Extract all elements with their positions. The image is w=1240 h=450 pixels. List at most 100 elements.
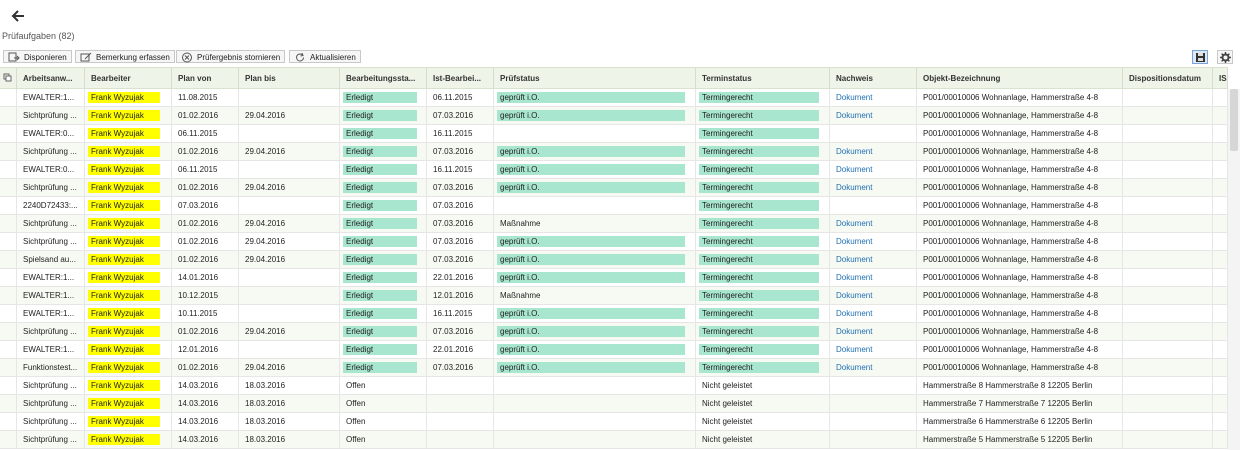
dokument-link[interactable]: Dokument [836, 111, 872, 120]
row-selector[interactable] [0, 215, 17, 232]
column-header-dispositionsdatum[interactable]: Dispositionsdatum [1123, 68, 1213, 89]
dokument-link[interactable]: Dokument [836, 327, 872, 336]
row-selector[interactable] [0, 305, 17, 322]
cell-nachweis[interactable]: Dokument [830, 143, 917, 160]
table-row[interactable]: Sichtprüfung ... Frank Wyzujak 01.02.2016 2… [0, 323, 1228, 341]
dokument-link[interactable]: Dokument [836, 255, 872, 264]
cell-ist-bearbeitung: 07.03.2016 [427, 359, 494, 376]
cell-nachweis[interactable]: Dokument [830, 323, 917, 340]
column-header-plan-von[interactable]: Plan von [172, 68, 239, 89]
dokument-link[interactable]: Dokument [836, 291, 872, 300]
table-row[interactable]: EWALTER:0... Frank Wyzujak 06.11.2015 Erled… [0, 161, 1228, 179]
cell-nachweis[interactable]: Dokument [830, 341, 917, 358]
table-row[interactable]: EWALTER:0... Frank Wyzujak 06.11.2015 Erled… [0, 125, 1228, 143]
cell-objekt-bezeichnung: P001/00010006 Wohnanlage, Hammerstraße 4… [917, 269, 1123, 286]
table-row[interactable]: EWALTER:1... Frank Wyzujak 11.08.2015 Erled… [0, 89, 1228, 107]
table-row[interactable]: EWALTER:1... Frank Wyzujak 14.01.2016 Erled… [0, 269, 1228, 287]
cell-nachweis[interactable]: Dokument [830, 233, 917, 250]
table-row[interactable]: Sichtprüfung ... Frank Wyzujak 01.02.2016 2… [0, 107, 1228, 125]
row-selector[interactable] [0, 413, 17, 430]
cell-nachweis[interactable]: Dokument [830, 287, 917, 304]
table-row[interactable]: Sichtprüfung ... Frank Wyzujak 14.03.2016 1… [0, 413, 1228, 431]
cell-nachweis[interactable]: Dokument [830, 161, 917, 178]
row-selector[interactable] [0, 233, 17, 250]
table-row[interactable]: Spielsand au... Frank Wyzujak 01.02.2016 29… [0, 251, 1228, 269]
row-selector[interactable] [0, 395, 17, 412]
row-selector[interactable] [0, 431, 17, 448]
table-row[interactable]: EWALTER:1... Frank Wyzujak 12.01.2016 Erled… [0, 341, 1228, 359]
cell-nachweis[interactable]: Dokument [830, 305, 917, 322]
row-selector[interactable] [0, 107, 17, 124]
column-header-bearbeiter[interactable]: Bearbeiter [85, 68, 172, 89]
dokument-link[interactable]: Dokument [836, 219, 872, 228]
table-row[interactable]: EWALTER:1... Frank Wyzujak 10.11.2015 Erled… [0, 305, 1228, 323]
dokument-link[interactable]: Dokument [836, 183, 872, 192]
cell-text: EWALTER:1... [23, 291, 75, 300]
aktualisieren-button[interactable]: Aktualisieren [289, 50, 361, 63]
dokument-link[interactable]: Dokument [836, 309, 872, 318]
settings-button[interactable] [1217, 50, 1233, 64]
dokument-link[interactable]: Dokument [836, 273, 872, 282]
dokument-link[interactable]: Dokument [836, 237, 872, 246]
dokument-link[interactable]: Dokument [836, 93, 872, 102]
row-selector[interactable] [0, 359, 17, 376]
column-header-arbeitsanweisung[interactable]: Arbeitsanw... [17, 68, 85, 89]
cell-objekt-bezeichnung: Hammerstraße 8 Hammerstraße 8 12205 Berl… [917, 377, 1123, 394]
column-header-ist-bearbeitung[interactable]: Ist-Bearbei... [427, 68, 494, 89]
row-selector[interactable] [0, 179, 17, 196]
row-selector[interactable] [0, 377, 17, 394]
table-row[interactable]: Sichtprüfung ... Frank Wyzujak 14.03.2016 1… [0, 431, 1228, 449]
row-selector[interactable] [0, 89, 17, 106]
table-row[interactable]: EWALTER:1... Frank Wyzujak 10.12.2015 Erled… [0, 287, 1228, 305]
back-arrow-icon[interactable] [8, 6, 28, 26]
pruefergebnis-stornieren-button[interactable]: Prüfergebnis stornieren [176, 50, 286, 63]
bemerkung-erfassen-button[interactable]: Bemerkung erfassen [75, 50, 175, 63]
cell-nachweis[interactable]: Dokument [830, 215, 917, 232]
row-selector[interactable] [0, 341, 17, 358]
row-selector[interactable] [0, 287, 17, 304]
row-selector[interactable] [0, 323, 17, 340]
table-row[interactable]: Funktionstest... Frank Wyzujak 01.02.2016 2… [0, 359, 1228, 377]
cell-nachweis[interactable]: Dokument [830, 359, 917, 376]
column-header-plan-bis[interactable]: Plan bis [239, 68, 340, 89]
scrollbar-thumb[interactable] [1230, 89, 1238, 151]
table-row[interactable]: Sichtprüfung ... Frank Wyzujak 01.02.2016 2… [0, 143, 1228, 161]
cell-is [1213, 143, 1228, 160]
cell-nachweis[interactable]: Dokument [830, 251, 917, 268]
table-row[interactable]: 2240D72433:... Frank Wyzujak 07.03.2016 Erl… [0, 197, 1228, 215]
dokument-link[interactable]: Dokument [836, 363, 872, 372]
select-all-header[interactable] [0, 68, 17, 89]
cell-nachweis[interactable]: Dokument [830, 89, 917, 106]
table-row[interactable]: Sichtprüfung ... Frank Wyzujak 01.02.2016 2… [0, 179, 1228, 197]
column-header-objekt-bezeichnung[interactable]: Objekt-Bezeichnung [917, 68, 1123, 89]
dokument-link[interactable]: Dokument [836, 345, 872, 354]
table-row[interactable]: Sichtprüfung ... Frank Wyzujak 14.03.2016 1… [0, 377, 1228, 395]
dokument-link[interactable]: Dokument [836, 165, 872, 174]
row-selector[interactable] [0, 197, 17, 214]
column-header-is[interactable]: IS [1213, 68, 1228, 89]
column-header-nachweis[interactable]: Nachweis [830, 68, 917, 89]
cell-nachweis [830, 377, 917, 394]
cell-nachweis[interactable]: Dokument [830, 269, 917, 286]
row-selector[interactable] [0, 143, 17, 160]
row-selector[interactable] [0, 125, 17, 142]
dokument-link[interactable]: Dokument [836, 147, 872, 156]
row-selector[interactable] [0, 269, 17, 286]
cell-terminstatus: Nicht geleistet [696, 431, 830, 448]
cell-nachweis[interactable]: Dokument [830, 179, 917, 196]
cell-arbeitsanweisung: EWALTER:1... [17, 305, 85, 322]
column-header-bearbeitungsstatus[interactable]: Bearbeitungssta... [340, 68, 427, 89]
column-header-pruefstatus[interactable]: Prüfstatus [494, 68, 696, 89]
table-row[interactable]: Sichtprüfung ... Frank Wyzujak 01.02.2016 2… [0, 233, 1228, 251]
table-row[interactable]: Sichtprüfung ... Frank Wyzujak 01.02.2016 2… [0, 215, 1228, 233]
vertical-scrollbar[interactable] [1228, 89, 1240, 450]
disponieren-button[interactable]: Disponieren [3, 50, 72, 63]
toolbar: Disponieren Bemerkung erfassen Prüfergeb… [0, 48, 1240, 65]
cell-nachweis[interactable]: Dokument [830, 107, 917, 124]
cell-terminstatus: Termingerecht [696, 251, 830, 268]
row-selector[interactable] [0, 161, 17, 178]
column-header-terminstatus[interactable]: Terminstatus [696, 68, 830, 89]
table-row[interactable]: Sichtprüfung ... Frank Wyzujak 14.03.2016 1… [0, 395, 1228, 413]
row-selector[interactable] [0, 251, 17, 268]
save-layout-button[interactable] [1192, 50, 1208, 64]
